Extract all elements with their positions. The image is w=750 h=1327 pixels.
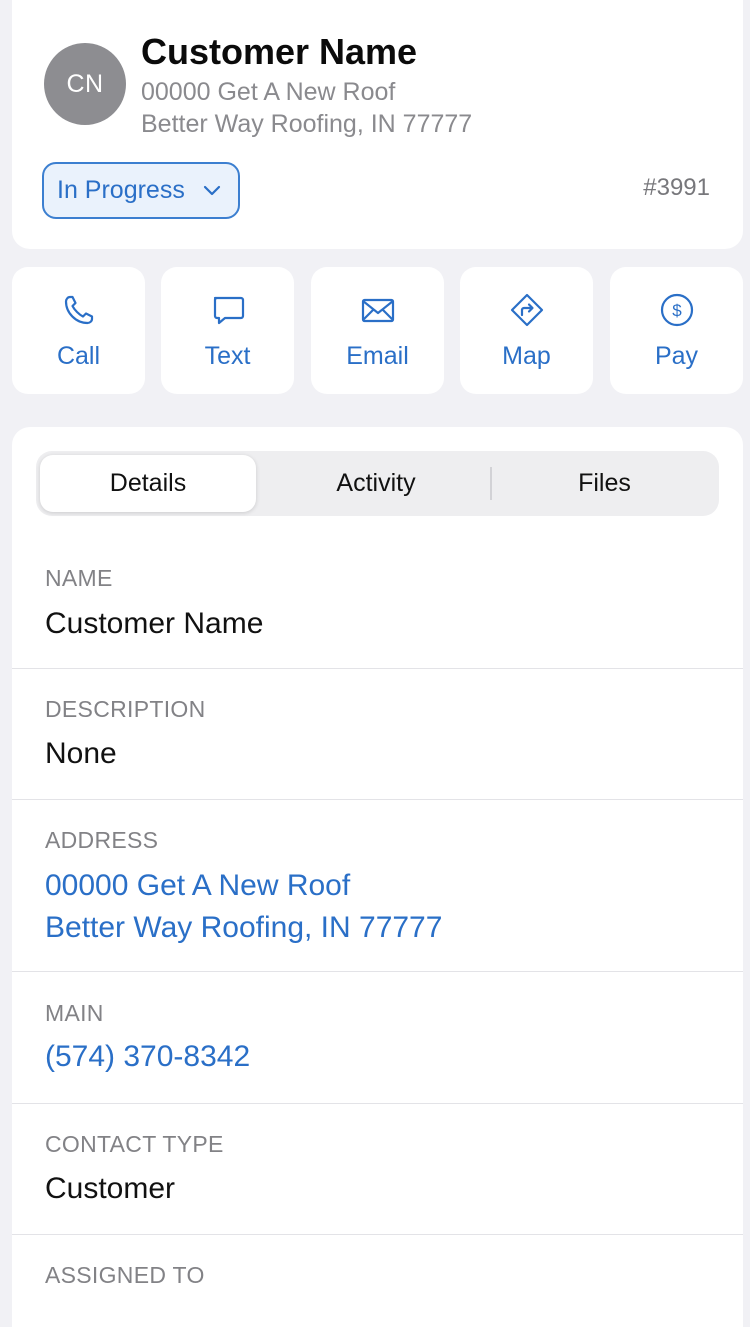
job-number: #3991 <box>643 174 710 201</box>
text-label: Text <box>204 342 251 370</box>
customer-header-card: CN Customer Name 00000 Get A New Roof Be… <box>12 0 743 249</box>
description-label: DESCRIPTION <box>45 696 206 722</box>
header-address-line2: Better Way Roofing, IN 77777 <box>141 110 473 138</box>
contact-type-field: CONTACT TYPE Customer <box>12 1104 743 1235</box>
main-phone-label: MAIN <box>45 1000 104 1026</box>
tab-divider <box>490 467 492 500</box>
directions-icon <box>510 293 543 327</box>
status-label: In Progress <box>57 176 185 204</box>
message-icon <box>213 296 244 325</box>
main-phone-field: MAIN (574) 370-8342 <box>12 972 743 1104</box>
pay-button[interactable]: $ Pay <box>610 267 743 394</box>
svg-text:$: $ <box>672 301 682 320</box>
address-label: ADDRESS <box>45 827 159 853</box>
tab-switcher: Details Activity Files <box>36 451 719 516</box>
call-label: Call <box>56 342 101 370</box>
address-link-line1[interactable]: 00000 Get A New Roof <box>45 865 350 907</box>
avatar: CN <box>44 43 126 125</box>
tab-files[interactable]: Files <box>494 455 715 512</box>
main-phone-link[interactable]: (574) 370-8342 <box>45 1036 250 1078</box>
assigned-to-label: ASSIGNED TO <box>45 1262 205 1288</box>
text-button[interactable]: Text <box>161 267 294 394</box>
tab-activity[interactable]: Activity <box>264 455 488 512</box>
assigned-to-field: ASSIGNED TO <box>12 1235 743 1325</box>
header-address-line1: 00000 Get A New Roof <box>141 78 396 106</box>
details-card: Details Activity Files NAME Customer Nam… <box>12 427 743 1327</box>
call-button[interactable]: Call <box>12 267 145 394</box>
email-button[interactable]: Email <box>311 267 444 394</box>
tab-details[interactable]: Details <box>40 455 256 512</box>
pay-label: Pay <box>654 342 699 370</box>
name-field: NAME Customer Name <box>12 532 743 669</box>
envelope-icon <box>361 298 394 323</box>
contact-type-label: CONTACT TYPE <box>45 1131 224 1157</box>
dollar-icon: $ <box>660 293 693 327</box>
map-label: Map <box>502 342 551 370</box>
customer-name-title: Customer Name <box>141 31 418 72</box>
name-value: Customer Name <box>45 607 264 640</box>
contact-type-value: Customer <box>45 1172 176 1205</box>
chevron-down-icon <box>203 185 220 195</box>
quick-actions: Call Text Email Map $ Pay <box>12 267 743 394</box>
address-link-line2[interactable]: Better Way Roofing, IN 77777 <box>45 907 442 949</box>
description-field: DESCRIPTION None <box>12 669 743 800</box>
email-label: Email <box>346 342 409 370</box>
map-button[interactable]: Map <box>460 267 593 394</box>
description-value: None <box>45 737 117 770</box>
name-label: NAME <box>45 565 113 591</box>
address-field: ADDRESS 00000 Get A New Roof Better Way … <box>12 800 743 972</box>
phone-icon <box>64 295 93 325</box>
status-dropdown[interactable]: In Progress <box>42 162 240 219</box>
